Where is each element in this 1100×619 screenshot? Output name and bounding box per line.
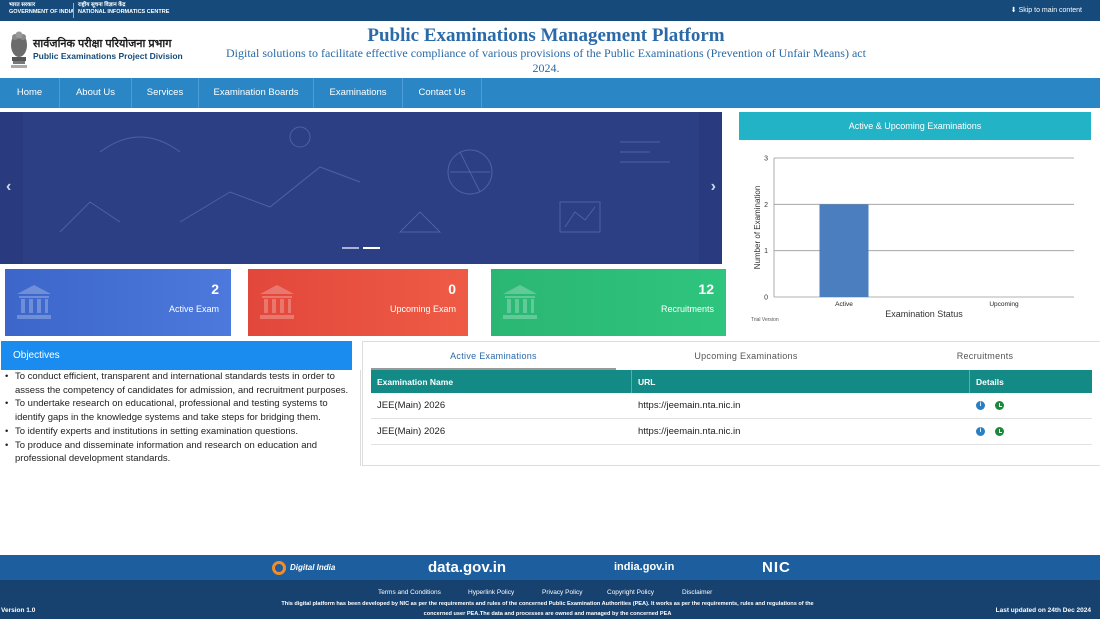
objectives-heading: Objectives xyxy=(1,341,352,370)
info-icon[interactable]: i xyxy=(976,401,985,410)
carousel-prev-icon[interactable]: ‹ xyxy=(6,178,11,196)
institution-icon xyxy=(260,285,294,319)
info-icon[interactable]: i xyxy=(976,427,985,436)
nav-examination-boards[interactable]: Examination Boards xyxy=(199,78,314,108)
main-nav: Home About Us Services Examination Board… xyxy=(0,78,1100,108)
clock-icon[interactable] xyxy=(995,401,1004,410)
carousel-prev-area[interactable] xyxy=(0,112,23,264)
india-gov-logo[interactable]: india.gov.in xyxy=(614,555,674,580)
recruitments-count: 12 xyxy=(698,281,714,297)
y-tick-label: 3 xyxy=(764,156,768,163)
division-name-english: Public Examinations Project Division xyxy=(33,51,183,61)
y-tick-label: 1 xyxy=(764,248,768,255)
nav-home[interactable]: Home xyxy=(0,78,60,108)
recruitments-label: Recruitments xyxy=(660,304,714,314)
col-exam-name: Examination Name xyxy=(371,370,632,393)
stat-card-upcoming-exam[interactable]: 0 Upcoming Exam xyxy=(248,269,468,336)
page-subtitle: Digital solutions to facilitate effectiv… xyxy=(226,46,866,75)
x-axis-label: Examination Status xyxy=(885,309,963,319)
trial-version-label: Trial Version xyxy=(751,317,779,323)
chart-heading: Active & Upcoming Examinations xyxy=(739,112,1091,140)
footer-link-hyperlink[interactable]: Hyperlink Policy xyxy=(468,589,514,596)
site-footer: Terms and Conditions Hyperlink Policy Pr… xyxy=(0,580,1100,619)
x-tick-label: Upcoming xyxy=(989,301,1019,308)
exam-url-link[interactable]: https://jeemain.nta.nic.in xyxy=(632,393,970,418)
exam-tabs: Active Examinations Upcoming Examination… xyxy=(363,342,1100,370)
gov-of-india-label[interactable]: भारत सरकार GOVERNMENT OF INDIA xyxy=(9,2,74,16)
stat-card-recruitments[interactable]: 12 Recruitments xyxy=(491,269,726,336)
carousel-slide-image xyxy=(59,126,670,233)
nic-logo[interactable]: NIC xyxy=(762,555,791,580)
footer-link-terms[interactable]: Terms and Conditions xyxy=(378,589,441,596)
digital-india-logo[interactable]: Digital India xyxy=(272,555,335,580)
division-name-hindi: सार्वजनिक परीक्षा परियोजना प्रभाग xyxy=(33,38,172,50)
last-updated-label: Last updated on 24th Dec 2024 xyxy=(995,607,1091,614)
nav-about-us[interactable]: About Us xyxy=(60,78,132,108)
exam-name-cell: JEE(Main) 2026 xyxy=(377,426,446,437)
carousel-dot-active[interactable] xyxy=(363,247,380,249)
carousel-next-icon[interactable]: › xyxy=(711,178,716,196)
tab-upcoming-examinations[interactable]: Upcoming Examinations xyxy=(616,342,876,370)
exam-table: Examination Name URL Details JEE(Main) 2… xyxy=(371,370,1092,445)
gov-strip: भारत सरकार GOVERNMENT OF INDIA राष्ट्रीय… xyxy=(0,0,1100,21)
objective-item: To produce and disseminate information a… xyxy=(5,439,352,466)
stat-card-active-exam[interactable]: 2 Active Exam xyxy=(5,269,231,336)
y-tick-label: 2 xyxy=(764,202,768,209)
table-row: JEE(Main) 2026 https://jeemain.nta.nic.i… xyxy=(371,419,1092,445)
institution-icon xyxy=(17,285,51,319)
nav-contact-us[interactable]: Contact Us xyxy=(403,78,482,108)
exam-url-link[interactable]: https://jeemain.nta.nic.in xyxy=(632,419,970,444)
tab-recruitments[interactable]: Recruitments xyxy=(876,342,1094,370)
footer-link-disclaimer[interactable]: Disclaimer xyxy=(682,589,712,596)
institution-icon xyxy=(503,285,537,319)
y-axis-label: Number of Examination xyxy=(753,186,762,270)
objective-item: To identify experts and institutions in … xyxy=(5,425,352,439)
objectives-list: To conduct efficient, transparent and in… xyxy=(1,370,361,466)
y-tick-label: 0 xyxy=(764,295,768,302)
hero-carousel: ‹ › xyxy=(0,112,722,264)
upcoming-exam-count: 0 xyxy=(448,281,456,297)
footer-link-copyright[interactable]: Copyright Policy xyxy=(607,589,654,596)
examinations-panel: Active Examinations Upcoming Examination… xyxy=(362,341,1100,466)
objective-item: To conduct efficient, transparent and in… xyxy=(5,370,352,397)
clock-icon[interactable] xyxy=(995,427,1004,436)
upcoming-exam-label: Upcoming Exam xyxy=(389,304,456,314)
skip-to-main-link[interactable]: ⬇ Skip to main content xyxy=(1011,6,1082,14)
details-cell: i xyxy=(970,419,1092,444)
version-label: Version 1.0 xyxy=(1,607,36,614)
table-row: JEE(Main) 2026 https://jeemain.nta.nic.i… xyxy=(371,393,1092,419)
objective-item: To undertake research on educational, pr… xyxy=(5,397,352,424)
col-url: URL xyxy=(632,370,970,393)
nav-services[interactable]: Services xyxy=(132,78,199,108)
strip-divider xyxy=(73,3,74,18)
digital-india-icon xyxy=(272,560,286,575)
carousel-dot[interactable] xyxy=(342,247,359,249)
exam-name-cell: JEE(Main) 2026 xyxy=(377,400,446,411)
site-header: सार्वजनिक परीक्षा परियोजना प्रभाग Public… xyxy=(0,21,1100,78)
x-tick-label: Active xyxy=(835,301,853,308)
carousel-indicators xyxy=(342,247,380,249)
table-header: Examination Name URL Details xyxy=(371,370,1092,393)
nav-examinations[interactable]: Examinations xyxy=(314,78,403,108)
active-exam-count: 2 xyxy=(211,281,219,297)
nic-label[interactable]: राष्ट्रीय सूचना विज्ञान केंद्र NATIONAL … xyxy=(78,2,169,16)
tab-active-examinations[interactable]: Active Examinations xyxy=(371,342,616,370)
exam-status-chart: 0 1 2 3 Active Upcoming Examination Status Numb… xyxy=(751,156,1074,323)
national-emblem-icon[interactable] xyxy=(7,27,31,71)
col-details: Details xyxy=(976,376,1004,387)
chart-bar xyxy=(819,204,869,297)
partner-logos: Digital India data.gov.in india.gov.in N… xyxy=(0,555,1100,580)
active-exam-label: Active Exam xyxy=(168,304,219,314)
data-gov-logo[interactable]: data.gov.in xyxy=(428,555,506,580)
footer-description: This digital platform has been developed… xyxy=(281,601,814,617)
page-title: Public Examinations Management Platform xyxy=(367,25,725,46)
details-cell: i xyxy=(970,393,1092,418)
footer-link-privacy[interactable]: Privacy Policy xyxy=(542,589,582,596)
